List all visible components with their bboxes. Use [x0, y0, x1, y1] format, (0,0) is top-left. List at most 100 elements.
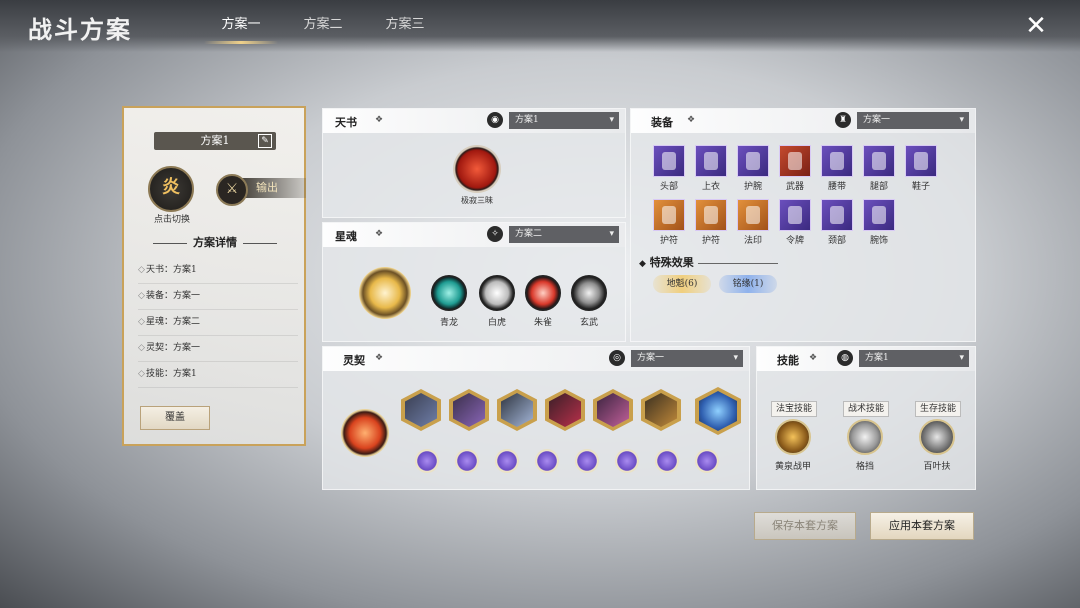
equip-label: 护腕 [743, 182, 762, 192]
diamond-icon: ❖ [375, 115, 384, 125]
equip-slot-head[interactable] [653, 145, 685, 177]
tianshu-select[interactable]: 方案1 ▾ [509, 112, 619, 129]
divider-line [697, 262, 778, 264]
equip-label: 腕饰 [869, 236, 888, 246]
equip-label: 令牌 [785, 236, 804, 246]
diamond-icon: ❖ [375, 229, 384, 239]
lingqi-hex-slot-special[interactable] [695, 387, 741, 435]
lingqi-gem-slot[interactable] [655, 449, 679, 473]
skills-select[interactable]: 方案1 ▾ [859, 350, 969, 367]
skills-icon: ◍ [837, 350, 853, 366]
equip-slot-weapon[interactable] [779, 145, 811, 177]
diamond-icon: ◇ [138, 265, 145, 275]
skill-name: 黄泉战甲 [774, 462, 811, 472]
equipment-title: 装备 [651, 116, 673, 129]
diamond-icon: ◇ [138, 343, 145, 353]
equip-label: 护符 [701, 236, 720, 246]
tianshu-orb-label: 极寂三昧 [461, 196, 493, 205]
equip-label: 头部 [659, 182, 678, 192]
tianshu-icon: ◉ [487, 112, 503, 128]
equipment-icon: ♜ [835, 112, 851, 128]
xinghun-panel: 星魂 ❖ ✧ 方案二 ▾ 青龙 白虎 朱雀 玄武 [322, 222, 626, 342]
equip-slot-token[interactable] [779, 199, 811, 231]
equipment-panel: 装备 ❖ ♜ 方案一 ▾ 头部 上衣 护腕 武器 腰带 腿部 鞋子 护符 护符 法… [630, 108, 976, 342]
xinghun-icon: ✧ [487, 226, 503, 242]
xuanwu-orb[interactable] [571, 275, 607, 311]
xinghun-core-orb[interactable] [359, 267, 411, 319]
lingqi-hex-slot[interactable] [497, 389, 537, 431]
qinglong-orb[interactable] [431, 275, 467, 311]
element-glyph: 炎 [162, 177, 180, 198]
tianshu-orb[interactable] [453, 145, 501, 193]
detail-row: ◇装备：方案一 [138, 284, 298, 310]
lingqi-gem-slot[interactable] [535, 449, 559, 473]
detail-row: ◇灵契：方案一 [138, 336, 298, 362]
zhuque-orb[interactable] [525, 275, 561, 311]
tab-plan-2[interactable]: 方案二 [282, 0, 364, 44]
equip-slot-legs[interactable] [863, 145, 895, 177]
treasure-skill-orb[interactable] [775, 419, 811, 455]
equip-slot-wrist[interactable] [737, 145, 769, 177]
skills-title: 技能 [777, 354, 799, 367]
element-caption: 点击切换 [153, 215, 190, 225]
lingqi-gem-slot[interactable] [615, 449, 639, 473]
diamond-icon: ◇ [138, 291, 145, 301]
equip-slot-shoes[interactable] [905, 145, 937, 177]
close-icon[interactable]: ✕ [1022, 12, 1050, 40]
special-badge-dikui[interactable]: 地魁(6) [653, 275, 711, 293]
equip-slot-belt[interactable] [821, 145, 853, 177]
equip-label: 护符 [659, 236, 678, 246]
equip-slot-neck[interactable] [821, 199, 853, 231]
diamond-icon: ◇ [138, 369, 145, 379]
element-switch-button[interactable]: 炎 [148, 166, 194, 212]
plan-name-bar[interactable]: 方案1 ✎ [154, 132, 276, 150]
apply-plan-button[interactable]: 应用本套方案 [870, 512, 974, 540]
skill-name: 百叶扶 [923, 462, 951, 472]
special-effects-title: ◆ 特殊效果 [639, 254, 778, 270]
tianshu-title: 天书 [335, 116, 357, 129]
tab-plan-3[interactable]: 方案三 [364, 0, 446, 44]
lingqi-gem-slot[interactable] [455, 449, 479, 473]
equip-slot-top[interactable] [695, 145, 727, 177]
lingqi-gem-slot[interactable] [495, 449, 519, 473]
skills-panel: 技能 ❖ ◍ 方案1 ▾ 法宝技能 战术技能 生存技能 黄泉战甲 格挡 百叶扶 [756, 346, 976, 490]
lingqi-gem-slot[interactable] [695, 449, 719, 473]
lingqi-gem-slot[interactable] [415, 449, 439, 473]
lingqi-select[interactable]: 方案一 ▾ [631, 350, 743, 367]
special-badge-mingyuan[interactable]: 铭缘(1) [719, 275, 777, 293]
xinghun-title: 星魂 [335, 230, 357, 243]
chevron-down-icon: ▾ [609, 115, 614, 125]
sword-icon: ⚔ [216, 174, 248, 206]
edit-icon[interactable]: ✎ [258, 134, 272, 148]
skill-category-label: 战术技能 [843, 401, 889, 417]
top-bar: 战斗方案 方案一 方案二 方案三 ✕ [0, 0, 1080, 52]
equip-slot-bracelet[interactable] [863, 199, 895, 231]
lingqi-core-orb[interactable] [341, 409, 389, 457]
equip-slot-seal[interactable] [737, 199, 769, 231]
baihu-label: 白虎 [487, 318, 506, 328]
lingqi-hex-slot[interactable] [641, 389, 681, 431]
equip-label: 鞋子 [911, 182, 930, 192]
chevron-down-icon: ▾ [959, 353, 964, 363]
cover-button[interactable]: 覆盖 [140, 406, 210, 430]
diamond-icon: ❖ [375, 353, 384, 363]
lingqi-hex-slot[interactable] [545, 389, 585, 431]
role-indicator: 输出 ⚔ [216, 174, 306, 206]
tab-plan-1[interactable]: 方案一 [200, 0, 282, 44]
lingqi-hex-slot[interactable] [401, 389, 441, 431]
xinghun-select[interactable]: 方案二 ▾ [509, 226, 619, 243]
tactic-skill-orb[interactable] [847, 419, 883, 455]
equipment-select[interactable]: 方案一 ▾ [857, 112, 969, 129]
survival-skill-orb[interactable] [919, 419, 955, 455]
lingqi-hex-slot[interactable] [593, 389, 633, 431]
page-title: 战斗方案 [28, 15, 132, 44]
equip-slot-charm-1[interactable] [653, 199, 685, 231]
lingqi-icon: ◎ [609, 350, 625, 366]
lingqi-gem-slot[interactable] [575, 449, 599, 473]
baihu-orb[interactable] [479, 275, 515, 311]
equip-slot-charm-2[interactable] [695, 199, 727, 231]
lingqi-hex-slot[interactable] [449, 389, 489, 431]
plan-tabs: 方案一 方案二 方案三 [200, 0, 446, 44]
diamond-icon: ❖ [809, 353, 818, 363]
save-plan-button[interactable]: 保存本套方案 [754, 512, 856, 540]
